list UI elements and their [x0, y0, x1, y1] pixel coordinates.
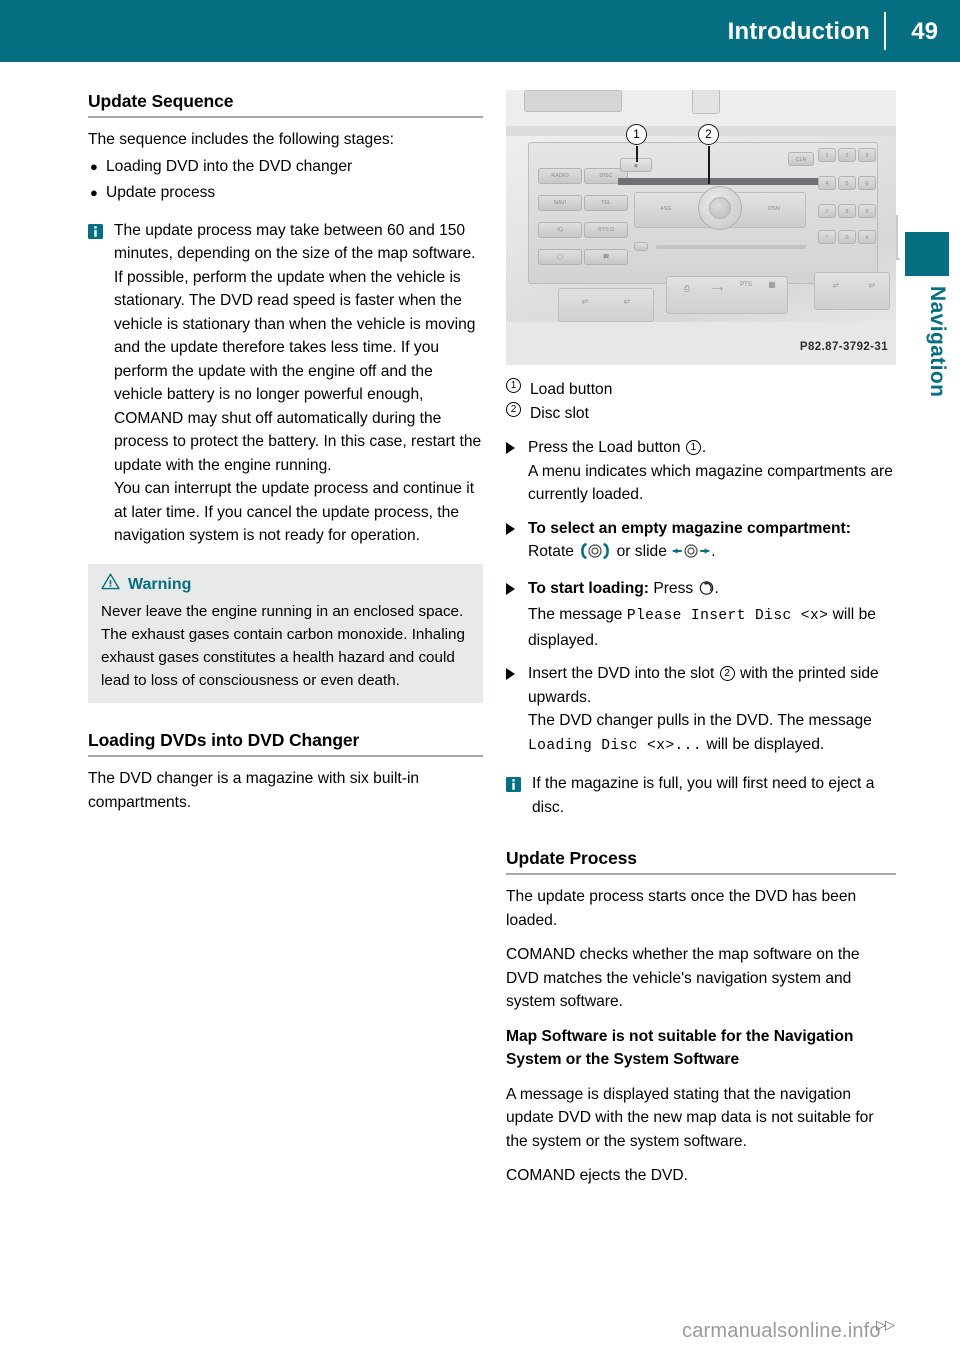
step-text: Press: [649, 579, 698, 597]
right-body-paragraph: The update process starts once the DVD h…: [506, 888, 857, 929]
left-heading-rule: [88, 116, 483, 118]
callout-number-icon: 1: [506, 378, 521, 393]
warning-title: Warning: [128, 576, 192, 593]
right-heading-rule: [506, 873, 896, 875]
list-item: ● Update process: [88, 181, 483, 205]
left-intro-paragraph: The sequence includes the following stag…: [88, 131, 395, 148]
step-result-text: A menu indicates which magazine compartm…: [528, 462, 893, 504]
callout-number-icon: 2: [506, 402, 521, 417]
left-section-heading-2: Loading DVDs into DVD Changer: [88, 730, 360, 750]
instruction-steps: Press the Load button 1. A menu indicate…: [506, 436, 896, 758]
right-section-heading: Update Process: [506, 848, 637, 868]
warning-triangle-icon: [101, 573, 120, 598]
callout-number-icon: 2: [719, 666, 735, 681]
display-message-text: Please Insert Disc <x>: [626, 608, 829, 624]
step-result-text: The message Please Insert Disc <x> will …: [528, 603, 896, 652]
warning-text: Never leave the engine running in an enc…: [101, 603, 465, 689]
console-figure: RADIO DISC NAVI TEL IQ SYS D ◯ ☎ ◉ 4SG D…: [506, 90, 896, 365]
info-note-left: The update process may take between 60 a…: [88, 219, 483, 548]
header-bottom-rule: [0, 62, 960, 65]
comand-press-icon: [698, 580, 715, 604]
page-edge-mark-vertical: [896, 215, 898, 260]
legend-label: Load button: [530, 381, 613, 398]
watermark-text: carmanualsonline.info: [682, 1320, 881, 1342]
bullet-dot-icon: ●: [90, 158, 98, 174]
step-arrow-icon: [506, 522, 515, 535]
step-text-tail: .: [711, 543, 716, 560]
info-note-paragraph: If possible, perform the update when the…: [114, 268, 482, 474]
legend-label: Disc slot: [530, 405, 589, 422]
info-icon: [506, 776, 521, 792]
callout-bubble-2: 2: [698, 124, 719, 145]
list-item-label: Loading DVD into the DVD changer: [106, 157, 353, 175]
step-text-tail: .: [714, 579, 719, 597]
disc-slot-photo: [618, 178, 826, 185]
page-title: Introduction: [727, 18, 870, 45]
comand-rotate-icon: [578, 543, 612, 567]
step-result-prefix: The DVD changer pulls in the DVD. The me…: [528, 712, 872, 729]
step-text-tail: .: [701, 439, 707, 456]
step-text: Rotate: [528, 543, 579, 560]
left-heading-2-rule: [88, 755, 483, 757]
chapter-tab-marker: [905, 232, 949, 276]
step-text: or slide: [612, 543, 672, 560]
warning-header: Warning: [101, 573, 470, 598]
right-body-paragraph: COMAND ejects the DVD.: [506, 1167, 688, 1184]
header-divider: [884, 12, 886, 50]
info-note-paragraph: If the magazine is full, you will first …: [532, 775, 875, 816]
info-note-paragraph: You can interrupt the update process and…: [114, 480, 475, 544]
step-item: To start loading: Press . The message Pl…: [506, 577, 896, 653]
watermark-arrows-icon: ▷▷: [876, 1317, 895, 1332]
step-arrow-icon: [506, 668, 515, 680]
callout-bubble-1: 1: [626, 124, 647, 145]
info-note-paragraph: The update process may take between 60 a…: [114, 221, 476, 263]
left-column: Update Sequence The sequence includes th…: [88, 90, 483, 814]
info-note-right: If the magazine is full, you will first …: [506, 772, 896, 819]
display-message-text: Loading Disc <x>...: [528, 737, 702, 754]
step-arrow-icon: [506, 442, 515, 454]
callout-leader-1: [636, 146, 638, 162]
step-result-text: The DVD changer pulls in the DVD. The me…: [528, 709, 896, 758]
step-result-prefix: The message: [528, 606, 627, 623]
page-number: 49: [911, 18, 938, 45]
step-text: Press the Load button: [528, 439, 685, 456]
right-body-paragraph: A message is displayed stating that the …: [506, 1085, 874, 1150]
callout-number-icon: 1: [685, 440, 701, 455]
figure-image-code: P82.87-3792-31: [799, 340, 888, 353]
right-body-paragraph: COMAND checks whether the map software o…: [506, 946, 860, 1010]
list-item: 1 Load button: [506, 378, 896, 402]
list-item-label: Update process: [106, 184, 216, 201]
list-item: ● Loading DVD into the DVD changer: [88, 155, 483, 179]
callout-leader-2: [708, 146, 710, 184]
info-icon: [88, 223, 103, 239]
figure-legend: 1 Load button 2 Disc slot: [506, 378, 896, 426]
step-item: Insert the DVD into the slot 2 with the …: [506, 662, 896, 758]
comand-slide-icon: [671, 543, 711, 567]
step-result-suffix: will be displayed.: [702, 735, 825, 753]
left-section-heading: Update Sequence: [88, 91, 234, 111]
step-item: Press the Load button 1. A menu indicate…: [506, 436, 896, 507]
step-bold-label: To start loading:: [528, 579, 649, 597]
warning-box: Warning Never leave the engine running i…: [88, 563, 483, 703]
step-item: To select an empty magazine compartment:…: [506, 517, 896, 567]
stages-bullet-list: ● Loading DVD into the DVD changer ● Upd…: [88, 155, 483, 205]
list-item: 2 Disc slot: [506, 402, 896, 426]
chapter-tab-label: Navigation: [926, 286, 949, 398]
right-column: RADIO DISC NAVI TEL IQ SYS D ◯ ☎ ◉ 4SG D…: [506, 90, 896, 1188]
step-arrow-icon: [506, 582, 515, 595]
step-bold-label: To select an empty magazine compartment:: [528, 519, 851, 537]
right-subheading: Map Software is not suitable for the Nav…: [506, 1027, 854, 1069]
step-text: Insert the DVD into the slot: [528, 665, 719, 682]
left-body-paragraph-2: The DVD changer is a magazine with six b…: [88, 770, 420, 811]
bullet-dot-icon: ●: [90, 185, 98, 200]
